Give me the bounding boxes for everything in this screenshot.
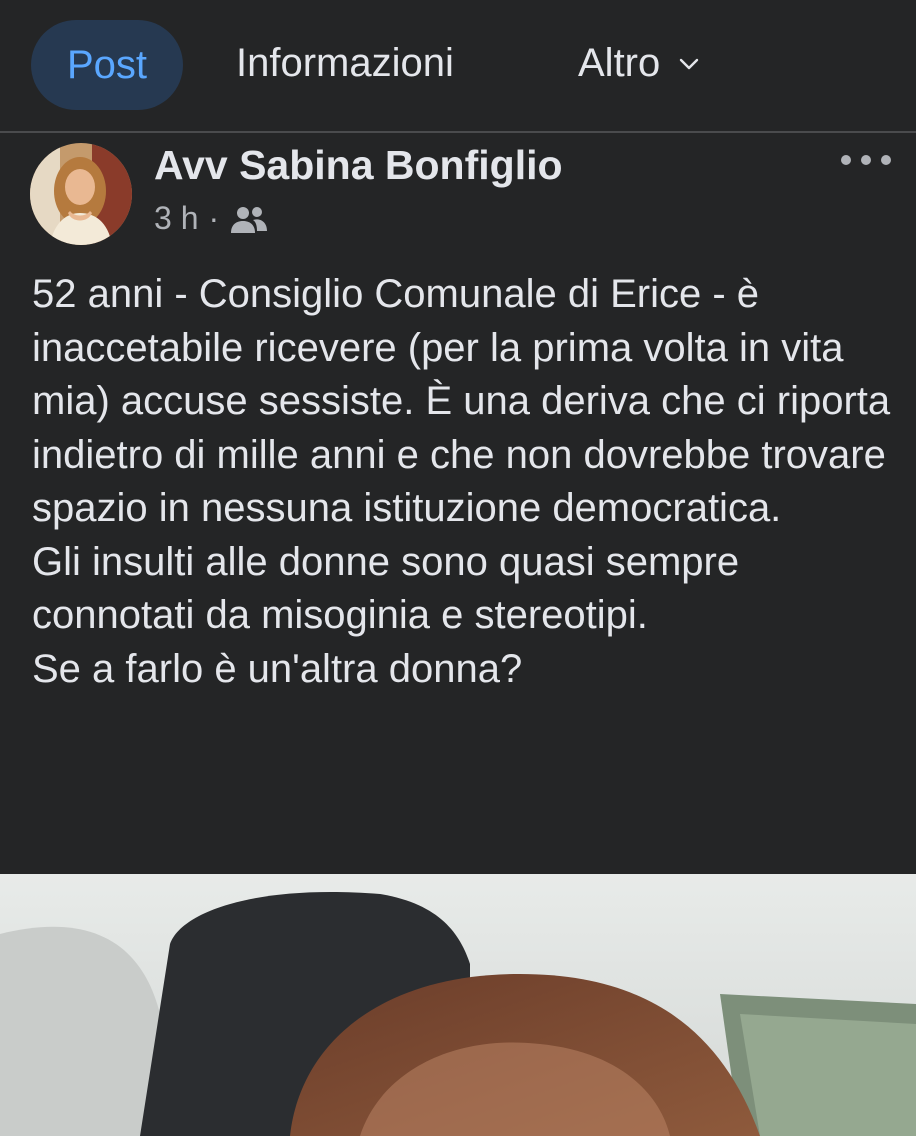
tab-info[interactable]: Informazioni xyxy=(236,41,454,86)
post-photo[interactable] xyxy=(0,874,916,1136)
post-meta: 3 h · xyxy=(154,200,269,237)
more-options-icon[interactable] xyxy=(838,148,894,172)
post-text: 52 anni - Consiglio Comunale di Erice - … xyxy=(32,272,891,691)
profile-tabs: Post Informazioni Altro xyxy=(0,0,916,132)
post-author[interactable]: Avv Sabina Bonfiglio xyxy=(154,142,563,189)
tab-info-label: Informazioni xyxy=(236,41,454,85)
friends-icon xyxy=(231,206,268,233)
avatar[interactable] xyxy=(30,143,132,245)
chevron-down-icon xyxy=(680,58,699,69)
meta-separator: · xyxy=(208,200,220,236)
tab-more-label: Altro xyxy=(578,41,661,85)
tabs-divider xyxy=(0,131,916,133)
post-time[interactable]: 3 h xyxy=(154,200,198,237)
tab-post-label: Post xyxy=(66,42,148,87)
tab-post[interactable]: Post xyxy=(31,20,183,110)
tab-more[interactable]: Altro xyxy=(578,41,700,86)
